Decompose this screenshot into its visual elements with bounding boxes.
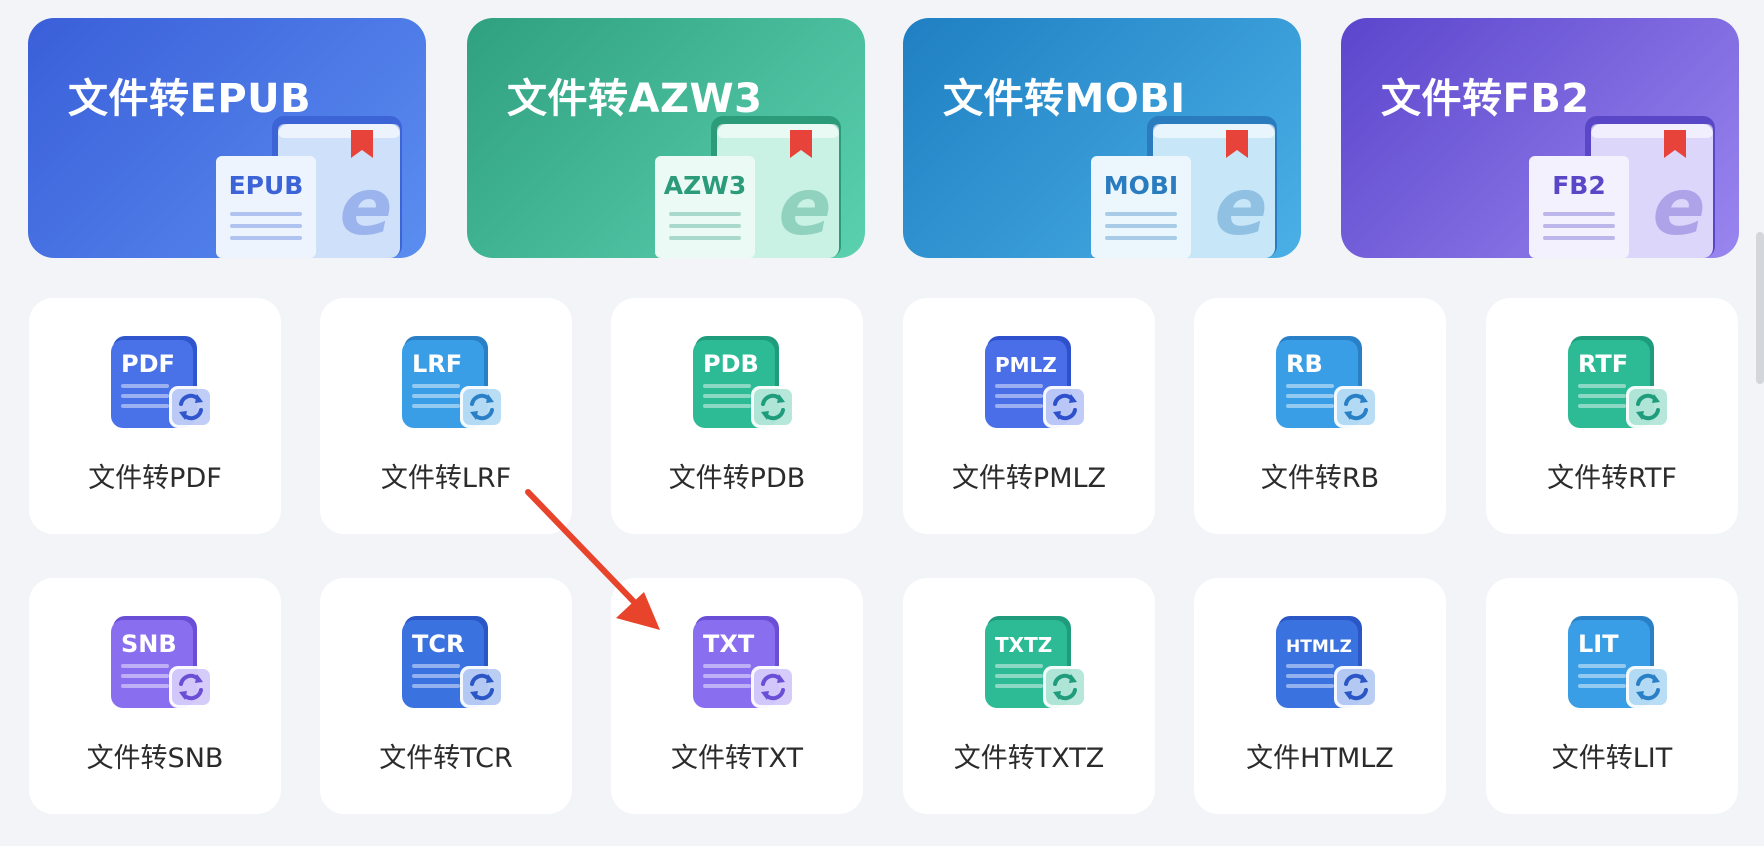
file-convert-icon: PMLZ: [985, 336, 1087, 428]
tile-pmlz[interactable]: PMLZ 文件转PMLZ: [903, 298, 1155, 534]
tile-label: 文件转PDF: [88, 463, 222, 494]
file-convert-icon: RB: [1276, 336, 1378, 428]
doc-label: AZW3: [664, 171, 746, 200]
file-convert-icon: LRF: [402, 336, 504, 428]
doc-label: FB2: [1552, 171, 1606, 200]
banner-mobi[interactable]: 文件转MOBI e MOBI: [903, 18, 1301, 258]
icon-text: TCR: [412, 630, 464, 658]
svg-text:e: e: [1215, 163, 1268, 253]
tile-snb[interactable]: SNB 文件转SNB: [29, 578, 281, 814]
file-convert-icon: TXT: [693, 616, 795, 708]
tile-label: 文件转SNB: [86, 743, 224, 774]
banner-fb2[interactable]: 文件转FB2 e FB2: [1341, 18, 1739, 258]
tile-rb[interactable]: RB 文件转RB: [1194, 298, 1446, 534]
file-convert-icon: TXTZ: [985, 616, 1087, 708]
tile-label: 文件转LIT: [1551, 743, 1673, 774]
tile-pdf[interactable]: PDF 文件转PDF: [29, 298, 281, 534]
tile-label: 文件转TXT: [670, 743, 803, 774]
icon-text: LRF: [412, 350, 462, 378]
svg-text:e: e: [779, 163, 832, 253]
doc-label: EPUB: [229, 171, 304, 200]
svg-text:e: e: [340, 163, 393, 253]
icon-text: PDB: [703, 350, 759, 378]
file-convert-icon: PDB: [693, 336, 795, 428]
tile-rtf[interactable]: RTF 文件转RTF: [1486, 298, 1738, 534]
icon-text: RB: [1286, 350, 1323, 378]
file-convert-icon: TCR: [402, 616, 504, 708]
doc-label: MOBI: [1104, 171, 1179, 200]
svg-text:e: e: [1653, 163, 1706, 253]
tile-label: 文件转PMLZ: [951, 463, 1107, 494]
tile-label: 文件转TCR: [379, 743, 513, 774]
ebook-icon: e FB2: [1529, 116, 1715, 258]
file-convert-icon: LIT: [1568, 616, 1670, 708]
tile-htmlz[interactable]: HTMLZ 文件HTMLZ: [1194, 578, 1446, 814]
ebook-icon: e EPUB: [216, 116, 402, 258]
file-convert-icon: PDF: [111, 336, 213, 428]
icon-text: RTF: [1578, 350, 1628, 378]
icon-text: LIT: [1578, 630, 1619, 658]
tile-txtz[interactable]: TXTZ 文件转TXTZ: [903, 578, 1155, 814]
banner-epub[interactable]: 文件转EPUB e EPUB: [28, 18, 426, 258]
icon-text: SNB: [121, 630, 177, 658]
ebook-icon: e AZW3: [655, 116, 841, 258]
file-convert-icon: RTF: [1568, 336, 1670, 428]
ebook-icon: e MOBI: [1091, 116, 1277, 258]
icon-text: PDF: [121, 350, 175, 378]
tile-label: 文件转TXTZ: [953, 743, 1105, 774]
scrollbar-thumb[interactable]: [1756, 232, 1764, 384]
banner-azw3[interactable]: 文件转AZW3 e AZW3: [467, 18, 865, 258]
tile-label: 文件HTMLZ: [1246, 743, 1394, 774]
tile-label: 文件转RTF: [1547, 463, 1677, 494]
file-convert-icon: SNB: [111, 616, 213, 708]
file-convert-icon: HTMLZ: [1276, 616, 1378, 708]
tile-label: 文件转RB: [1260, 463, 1380, 494]
icon-text: HTMLZ: [1286, 637, 1352, 657]
tile-lit[interactable]: LIT 文件转LIT: [1486, 578, 1738, 814]
annotation-arrow-icon: [525, 489, 660, 630]
icon-text: TXT: [703, 630, 755, 658]
icon-text: PMLZ: [995, 353, 1057, 377]
icon-text: TXTZ: [995, 633, 1052, 657]
